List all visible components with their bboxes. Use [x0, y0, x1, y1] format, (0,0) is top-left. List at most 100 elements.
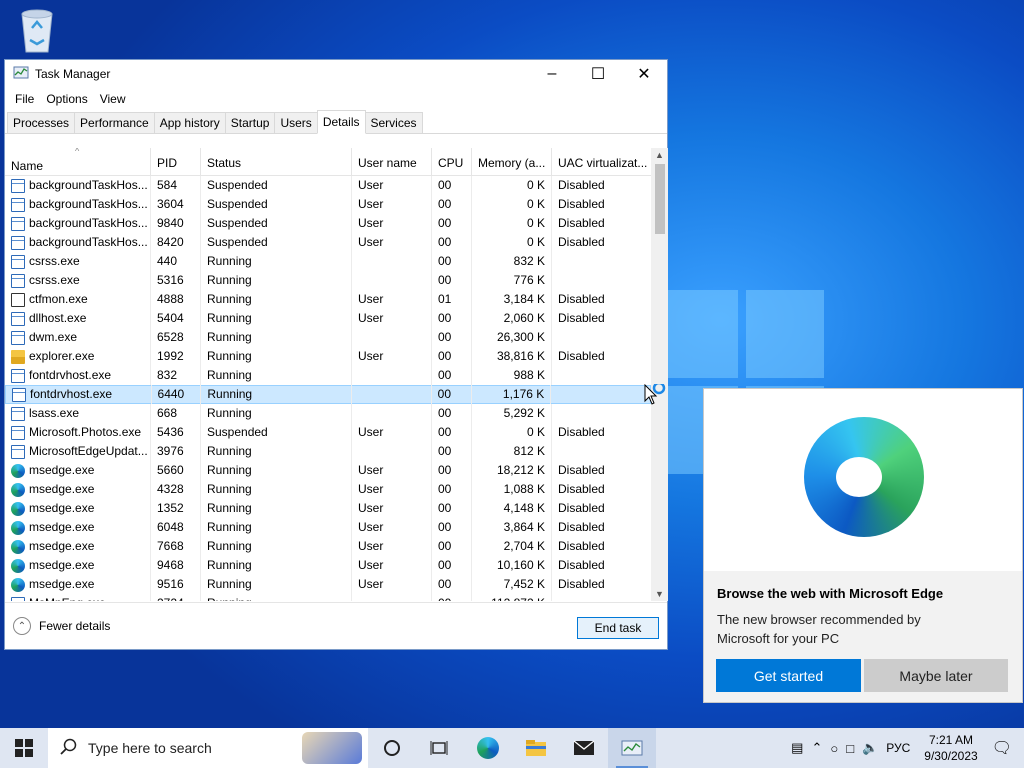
start-button[interactable]: [0, 728, 48, 768]
column-pid[interactable]: PID: [151, 148, 201, 175]
mouse-cursor-icon: [644, 381, 668, 411]
search-box[interactable]: Type here to search: [48, 728, 368, 768]
cell-cpu: 00: [432, 366, 472, 385]
cell-user: User: [352, 537, 432, 556]
cortana-button[interactable]: [368, 728, 416, 768]
cell-memory: 776 K: [472, 271, 552, 290]
table-row[interactable]: backgroundTaskHos... 9840 Suspended User 00 0…: [5, 214, 651, 233]
task-view-button[interactable]: [416, 728, 464, 768]
table-row[interactable]: lsass.exe 668 Running 00 5,292 K: [5, 404, 651, 423]
table-row[interactable]: fontdrvhost.exe 6440 Running 00 1,176 K: [5, 385, 651, 404]
scroll-up-icon[interactable]: ▲: [655, 150, 664, 160]
cell-user: User: [352, 480, 432, 499]
tab-services[interactable]: Services: [364, 112, 423, 133]
table-row[interactable]: MsMpEng.exe2724Running 00112,872 K: [5, 594, 651, 601]
cell-user: User: [352, 233, 432, 252]
table-row[interactable]: Microsoft.Photos.exe 5436 Suspended User 00 0…: [5, 423, 651, 442]
table-row[interactable]: ctfmon.exe 4888 Running User 01 3,184 K Disabl…: [5, 290, 651, 309]
people-icon[interactable]: ○: [830, 741, 838, 756]
cell-name: explorer.exe: [5, 347, 151, 366]
cell-uac: Disabled: [558, 235, 605, 249]
table-row[interactable]: dwm.exe 6528 Running 00 26,300 K: [5, 328, 651, 347]
table-row[interactable]: msedge.exe 9516 Running User 00 7,452 K Disabl…: [5, 575, 651, 594]
cell-pid: 5660: [151, 461, 201, 480]
menu-view[interactable]: View: [94, 92, 132, 106]
table-row[interactable]: dllhost.exe 5404 Running User 00 2,060 K Disab…: [5, 309, 651, 328]
edge-icon: [477, 737, 499, 759]
scroll-down-icon[interactable]: ▼: [655, 589, 664, 599]
recycle-bin-icon[interactable]: [14, 6, 60, 54]
close-button[interactable]: ✕: [621, 60, 667, 88]
network-icon[interactable]: □: [846, 741, 854, 756]
action-center-icon[interactable]: 🗨: [992, 738, 1012, 758]
title-bar[interactable]: Task Manager – ☐ ✕: [5, 60, 667, 88]
mail-button[interactable]: [560, 728, 608, 768]
notification-area-icon[interactable]: ▤: [791, 740, 803, 756]
tab-startup[interactable]: Startup: [224, 112, 276, 133]
column-status[interactable]: Status: [201, 148, 352, 175]
table-row[interactable]: msedge.exe 6048 Running User 00 3,864 K Disabl…: [5, 518, 651, 537]
cell-pid: 584: [151, 176, 201, 195]
maybe-later-button[interactable]: Maybe later: [864, 659, 1008, 692]
cell-pid: 6048: [151, 518, 201, 537]
column-memory[interactable]: Memory (a...: [472, 148, 552, 175]
table-row[interactable]: backgroundTaskHos... 3604 Suspended User 00 0…: [5, 195, 651, 214]
scroll-thumb[interactable]: [655, 164, 665, 234]
edge-taskbar-button[interactable]: [464, 728, 512, 768]
cell-uac: Disabled: [558, 197, 605, 211]
tab-users[interactable]: Users: [274, 112, 318, 133]
process-edge-icon: [11, 539, 25, 554]
process-window-icon: [11, 444, 25, 459]
tab-details[interactable]: Details: [316, 110, 366, 134]
cell-status: Suspended: [201, 195, 352, 214]
table-row[interactable]: msedge.exe 9468 Running User 00 10,160 K Disab…: [5, 556, 651, 575]
column-uac[interactable]: UAC virtualizat...: [552, 148, 651, 175]
table-row[interactable]: csrss.exe 440 Running 00 832 K: [5, 252, 651, 271]
cell-user: User: [352, 575, 432, 594]
cell-user: User: [352, 309, 432, 328]
cell-status: Running: [201, 366, 352, 385]
menu-file[interactable]: File: [9, 92, 40, 106]
cell-status: Suspended: [201, 176, 352, 195]
cell-name: backgroundTaskHos...: [5, 214, 151, 233]
table-row[interactable]: msedge.exe 7668 Running User 00 2,704 K Disabl…: [5, 537, 651, 556]
cell-name: msedge.exe: [5, 518, 151, 537]
show-hidden-icons-chevron-icon[interactable]: ⌃: [811, 740, 822, 756]
table-row[interactable]: backgroundTaskHos... 8420 Suspended User 00 0…: [5, 233, 651, 252]
get-started-button[interactable]: Get started: [716, 659, 861, 692]
column-cpu[interactable]: CPU: [432, 148, 472, 175]
cell-name: ctfmon.exe: [5, 290, 151, 309]
table-row[interactable]: msedge.exe 5660 Running User 00 18,212 K Disab…: [5, 461, 651, 480]
volume-muted-icon[interactable]: 🔈: [862, 740, 878, 756]
column-name[interactable]: ^ Name: [5, 148, 151, 175]
fewer-details-button[interactable]: ⌃ Fewer details: [13, 617, 110, 635]
column-user-name[interactable]: User name: [352, 148, 432, 175]
tab-performance[interactable]: Performance: [74, 112, 155, 133]
process-explorer-icon: [11, 349, 25, 364]
clock[interactable]: 7:21 AM 9/30/2023: [924, 732, 977, 764]
cell-name: fontdrvhost.exe: [5, 366, 151, 385]
table-row[interactable]: msedge.exe 4328 Running User 00 1,088 K Disabl…: [5, 480, 651, 499]
task-manager-icon: [13, 65, 29, 84]
table-row[interactable]: fontdrvhost.exe 832 Running 00 988 K: [5, 366, 651, 385]
table-row[interactable]: MicrosoftEdgeUpdat... 3976 Running 00 812 K: [5, 442, 651, 461]
tab-processes[interactable]: Processes: [7, 112, 76, 133]
cell-user: [352, 404, 432, 423]
cell-status: Running: [201, 252, 352, 271]
menu-options[interactable]: Options: [40, 92, 93, 106]
language-indicator[interactable]: РУС: [886, 741, 910, 755]
cell-user: [352, 385, 432, 404]
table-row[interactable]: msedge.exe 1352 Running User 00 4,148 K Disabl…: [5, 499, 651, 518]
table-row[interactable]: backgroundTaskHos... 584 Suspended User 00 0 …: [5, 176, 651, 195]
minimize-button[interactable]: –: [529, 60, 575, 88]
file-explorer-button[interactable]: [512, 728, 560, 768]
system-tray: ▤ ⌃ ○ □ 🔈 РУС 7:21 AM 9/30/2023 🗨: [787, 728, 1024, 768]
table-row[interactable]: csrss.exe 5316 Running 00 776 K: [5, 271, 651, 290]
end-task-button[interactable]: End task: [577, 617, 659, 639]
tab-app-history[interactable]: App history: [153, 112, 226, 133]
maximize-button[interactable]: ☐: [575, 60, 621, 88]
cell-name: Microsoft.Photos.exe: [5, 423, 151, 442]
vertical-scrollbar[interactable]: ▲ ▼: [651, 148, 668, 601]
table-row[interactable]: explorer.exe 1992 Running User 00 38,816 K Dis…: [5, 347, 651, 366]
task-manager-taskbar-button[interactable]: [608, 728, 656, 768]
